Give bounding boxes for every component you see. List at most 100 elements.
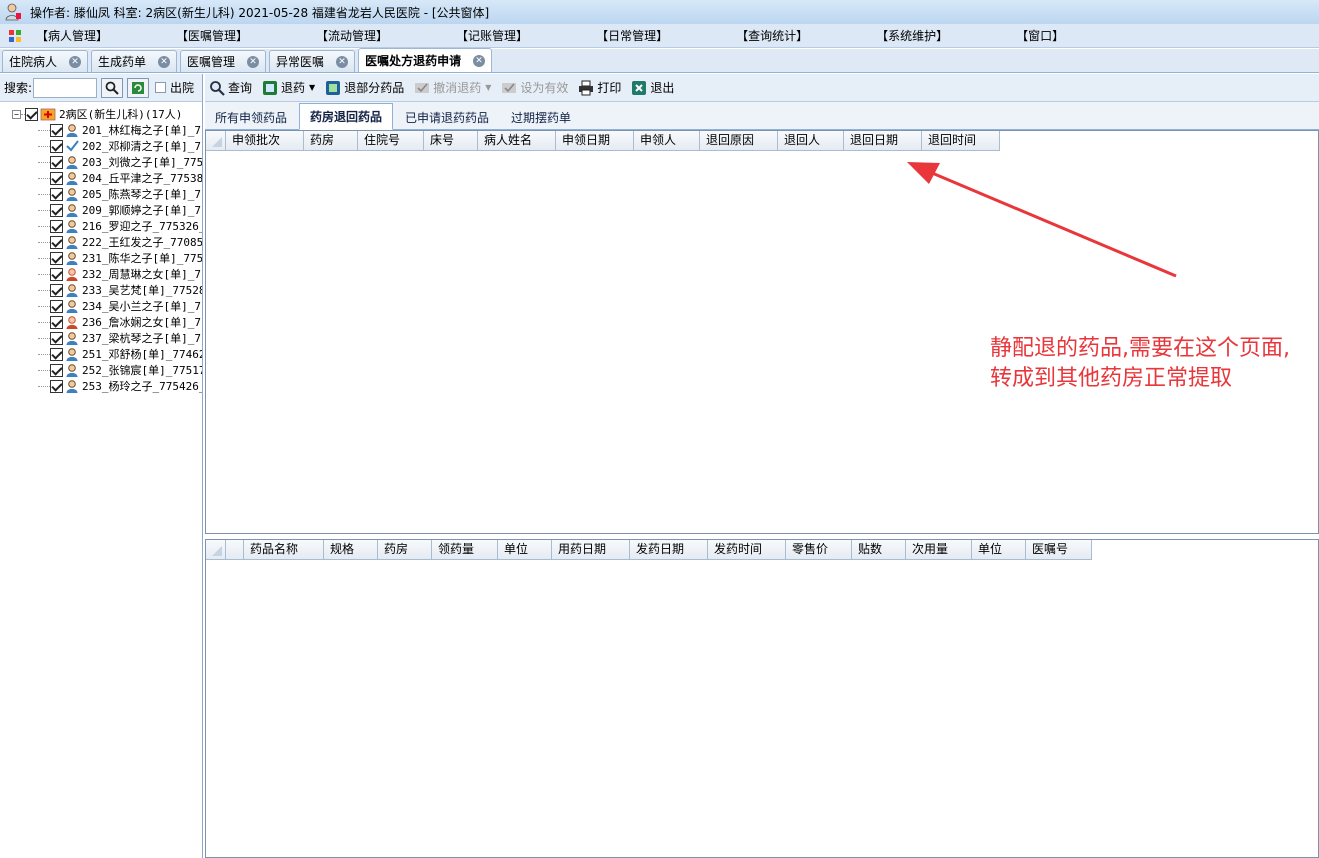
menu-window[interactable]: 【窗口】 <box>1012 27 1068 44</box>
col-return-reason[interactable]: 退回原因 <box>700 131 778 151</box>
tab-order-manage[interactable]: 医嘱管理 ✕ <box>180 50 267 72</box>
col-request-date[interactable]: 申领日期 <box>556 131 634 151</box>
patient-node[interactable]: 237_梁杭琴之子[单]_7 <box>0 330 202 346</box>
close-icon[interactable]: ✕ <box>473 54 486 67</box>
menu-flow[interactable]: 【流动管理】 <box>312 27 392 44</box>
patient-checkbox[interactable] <box>50 203 63 217</box>
collapse-icon[interactable]: − <box>12 109 21 119</box>
col-bed-no[interactable]: 床号 <box>424 131 478 151</box>
patient-node[interactable]: 251_邓舒杨[单]_77462 <box>0 346 202 362</box>
col-doses[interactable]: 贴数 <box>852 540 906 560</box>
menu-billing[interactable]: 【记账管理】 <box>452 27 532 44</box>
close-icon[interactable]: ✕ <box>336 55 349 68</box>
request-grid[interactable]: 申领批次 药房 住院号 床号 病人姓名 申领日期 申领人 退回原因 退回人 退回… <box>205 130 1319 534</box>
search-button[interactable] <box>101 77 124 98</box>
refresh-button[interactable] <box>127 77 150 98</box>
close-icon[interactable]: ✕ <box>69 55 82 68</box>
tab-inpatients[interactable]: 住院病人 ✕ <box>2 50 89 72</box>
patient-checkbox[interactable] <box>50 283 63 297</box>
col-return-time[interactable]: 退回时间 <box>922 131 1000 151</box>
patient-node[interactable]: 202_邓柳清之子[单]_7 <box>0 138 202 154</box>
menu-patient[interactable]: 【病人管理】 <box>32 27 112 44</box>
patient-checkbox[interactable] <box>50 171 63 185</box>
patient-checkbox[interactable] <box>50 139 63 153</box>
search-input[interactable] <box>33 77 98 98</box>
col-drug-name[interactable]: 药品名称 <box>244 540 324 560</box>
cancel-return-button[interactable]: 撤消退药 ▼ <box>414 79 491 96</box>
tree-checkbox[interactable] <box>25 107 38 121</box>
patient-checkbox[interactable] <box>50 363 63 377</box>
patient-node[interactable]: 253_杨玲之子_775426_ <box>0 378 202 394</box>
col-unit2[interactable]: 单位 <box>972 540 1026 560</box>
window-menu-icon[interactable] <box>8 29 22 43</box>
col-return-date[interactable]: 退回日期 <box>844 131 922 151</box>
patient-checkbox[interactable] <box>50 379 63 393</box>
col-use-date[interactable]: 用药日期 <box>552 540 630 560</box>
col-per-dose[interactable]: 次用量 <box>906 540 972 560</box>
col-dispense-time[interactable]: 发药时间 <box>708 540 786 560</box>
patient-checkbox[interactable] <box>50 235 63 249</box>
col-order-no[interactable]: 医嘱号 <box>1026 540 1092 560</box>
col-pharmacy[interactable]: 药房 <box>378 540 432 560</box>
col-pharmacy[interactable]: 药房 <box>304 131 358 151</box>
col-requester[interactable]: 申领人 <box>634 131 700 151</box>
subtab-pharmacy-returned[interactable]: 药房退回药品 <box>299 103 394 130</box>
patient-checkbox[interactable] <box>50 299 63 313</box>
patient-checkbox[interactable] <box>50 219 63 233</box>
menu-daily[interactable]: 【日常管理】 <box>592 27 672 44</box>
tab-generate-list[interactable]: 生成药单 ✕ <box>91 50 178 72</box>
patient-checkbox[interactable] <box>50 187 63 201</box>
col-dispense-date[interactable]: 发药日期 <box>630 540 708 560</box>
menu-system[interactable]: 【系统维护】 <box>872 27 952 44</box>
tab-abnormal-order[interactable]: 异常医嘱 ✕ <box>269 50 356 72</box>
patient-node[interactable]: 252_张锦宸[单]_77517 <box>0 362 202 378</box>
patient-checkbox[interactable] <box>50 155 63 169</box>
patient-node[interactable]: 233_吴艺梵[单]_77528 <box>0 282 202 298</box>
col-unit[interactable]: 单位 <box>498 540 552 560</box>
discharge-checkbox[interactable] <box>155 82 167 93</box>
drug-detail-grid[interactable]: 药品名称 规格 药房 领药量 单位 用药日期 发药日期 发药时间 零售价 贴数 … <box>205 539 1319 858</box>
col-batch[interactable]: 申领批次 <box>226 131 304 151</box>
patient-checkbox[interactable] <box>50 123 63 137</box>
col-quantity[interactable]: 领药量 <box>432 540 498 560</box>
tree-root[interactable]: − 2病区(新生儿科)(17人) <box>0 106 202 122</box>
dropdown-caret-icon[interactable]: ▼ <box>309 83 315 92</box>
patient-node[interactable]: 222_王红发之子_77085 <box>0 234 202 250</box>
grid-corner[interactable] <box>206 131 226 151</box>
patient-node[interactable]: 236_詹冰娴之女[单]_7 <box>0 314 202 330</box>
partial-return-button[interactable]: 退部分药品 <box>325 79 404 96</box>
patient-checkbox[interactable] <box>50 315 63 329</box>
patient-node[interactable]: 234_吴小兰之子[单]_7 <box>0 298 202 314</box>
query-button[interactable]: 查询 <box>209 79 252 96</box>
menu-query[interactable]: 【查询统计】 <box>732 27 812 44</box>
col-admission-no[interactable]: 住院号 <box>358 131 424 151</box>
patient-node[interactable]: 204_丘平津之子_77538 <box>0 170 202 186</box>
patient-checkbox[interactable] <box>50 347 63 361</box>
patient-checkbox[interactable] <box>50 251 63 265</box>
col-retail-price[interactable]: 零售价 <box>786 540 852 560</box>
subtab-applied-return[interactable]: 已申请退药药品 <box>395 105 499 129</box>
patient-node[interactable]: 201_林红梅之子[单]_7 <box>0 122 202 138</box>
patient-node[interactable]: 232_周慧琳之女[单]_7 <box>0 266 202 282</box>
close-icon[interactable]: ✕ <box>158 55 171 68</box>
tab-return-request[interactable]: 医嘱处方退药申请 ✕ <box>358 48 493 72</box>
col-returner[interactable]: 退回人 <box>778 131 844 151</box>
subtab-expired-list[interactable]: 过期摆药单 <box>501 105 581 129</box>
return-drug-button[interactable]: 退药 ▼ <box>262 79 315 96</box>
grid-corner[interactable] <box>206 540 226 560</box>
print-button[interactable]: 打印 <box>578 79 621 96</box>
patient-node[interactable]: 216_罗迎之子_775326_ <box>0 218 202 234</box>
col-patient-name[interactable]: 病人姓名 <box>478 131 556 151</box>
dropdown-caret-icon[interactable]: ▼ <box>485 83 491 92</box>
close-icon[interactable]: ✕ <box>247 55 260 68</box>
patient-checkbox[interactable] <box>50 331 63 345</box>
patient-node[interactable]: 231_陈华之子[单]_775 <box>0 250 202 266</box>
patient-node[interactable]: 205_陈燕琴之子[单]_7 <box>0 186 202 202</box>
subtab-all-requested[interactable]: 所有申领药品 <box>205 105 297 129</box>
patient-node[interactable]: 209_郭顺婷之子[单]_7 <box>0 202 202 218</box>
patient-node[interactable]: 203_刘微之子[单]_775 <box>0 154 202 170</box>
menu-order[interactable]: 【医嘱管理】 <box>172 27 252 44</box>
col-spec[interactable]: 规格 <box>324 540 378 560</box>
exit-button[interactable]: 退出 <box>631 79 674 96</box>
set-valid-button[interactable]: 设为有效 <box>501 79 568 96</box>
